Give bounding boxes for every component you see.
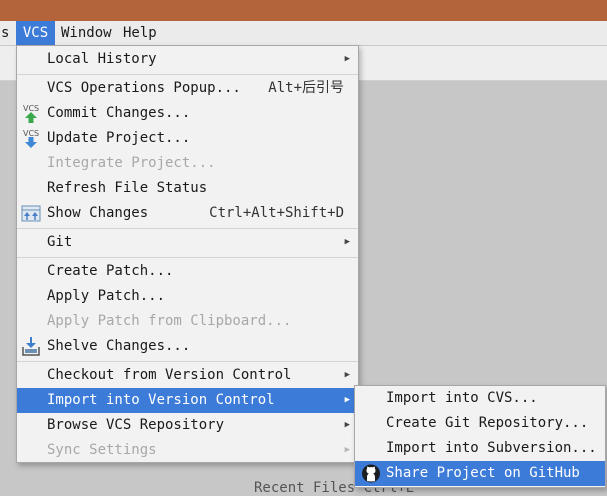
menu-item-label: Refresh File Status <box>47 180 208 196</box>
menu-item-label: Show Changes <box>47 205 149 221</box>
menu-item-label: Sync Settings <box>47 442 157 458</box>
menu-separator <box>17 228 358 229</box>
show-changes-icon <box>21 203 41 224</box>
menu-item-label: Git <box>47 234 73 250</box>
menu-bar: s VCS Window Help <box>0 21 607 46</box>
menu-item-label: Browse VCS Repository <box>47 417 225 433</box>
menu-item-label: Import into Subversion... <box>386 440 597 456</box>
submenu-arrow-icon: ▶ <box>344 237 350 247</box>
menu-help-label: Help <box>123 25 157 41</box>
menu-item-integrate-project: Integrate Project... <box>17 151 358 176</box>
menu-vcs-label: VCS <box>22 25 49 41</box>
menu-item-refresh-file-status[interactable]: Refresh File Status <box>17 176 358 201</box>
menu-item-shortcut: Ctrl+Alt+Shift+D <box>209 205 344 221</box>
menu-item-label: Update Project... <box>47 130 191 146</box>
menu-item-label: Checkout from Version Control <box>47 367 292 383</box>
submenu-arrow-icon: ▶ <box>344 445 350 455</box>
menu-item-label: Apply Patch from Clipboard... <box>47 313 292 329</box>
menu-item-label: Import into Version Control <box>47 392 275 408</box>
menu-item-commit-changes[interactable]: VCS Commit Changes... <box>17 101 358 126</box>
vcs-commit-icon: VCS <box>21 103 41 124</box>
menu-item-sync-settings: Sync Settings ▶ <box>17 438 358 463</box>
menu-window[interactable]: Window <box>61 21 112 45</box>
menu-item-label: Apply Patch... <box>47 288 166 304</box>
menu-item-shortcut: Alt+后引号 <box>268 80 344 96</box>
menu-partial-item[interactable]: s <box>0 21 15 45</box>
submenu-arrow-icon: ▶ <box>344 420 350 430</box>
menu-separator <box>17 257 358 258</box>
menu-partial-label: s <box>1 25 10 41</box>
menu-item-checkout-from-vc[interactable]: Checkout from Version Control ▶ <box>17 363 358 388</box>
submenu-item-share-on-github[interactable]: Share Project on GitHub <box>355 461 605 486</box>
menu-help[interactable]: Help <box>123 21 157 45</box>
submenu-item-create-git-repository[interactable]: Create Git Repository... <box>355 411 605 436</box>
menu-item-label: Share Project on GitHub <box>386 465 580 481</box>
menu-item-apply-patch-from-clipboard: Apply Patch from Clipboard... <box>17 309 358 334</box>
submenu-arrow-icon: ▶ <box>344 54 350 64</box>
submenu-arrow-icon: ▶ <box>344 395 350 405</box>
menu-item-label: Local History <box>47 51 157 67</box>
shelve-icon <box>21 336 41 357</box>
title-bar <box>0 0 607 21</box>
menu-separator <box>17 74 358 75</box>
submenu-item-import-into-cvs[interactable]: Import into CVS... <box>355 386 605 411</box>
menu-item-label: Create Patch... <box>47 263 174 279</box>
vcs-menu: Local History ▶ VCS Operations Popup... … <box>16 45 359 463</box>
menu-item-git[interactable]: Git ▶ <box>17 230 358 255</box>
menu-item-label: Create Git Repository... <box>386 415 589 431</box>
menu-item-update-project[interactable]: VCS Update Project... <box>17 126 358 151</box>
menu-item-label: Integrate Project... <box>47 155 216 171</box>
menu-vcs[interactable]: VCS <box>16 21 55 45</box>
menu-item-import-into-vc[interactable]: Import into Version Control ▶ <box>17 388 358 413</box>
menu-item-label: Commit Changes... <box>47 105 191 121</box>
svg-text:VCS: VCS <box>23 129 39 138</box>
github-icon <box>361 463 381 484</box>
menu-item-browse-vcs-repository[interactable]: Browse VCS Repository ▶ <box>17 413 358 438</box>
vcs-update-icon: VCS <box>21 128 41 149</box>
submenu-arrow-icon: ▶ <box>344 370 350 380</box>
svg-text:VCS: VCS <box>23 104 39 113</box>
menu-separator <box>17 361 358 362</box>
menu-item-apply-patch[interactable]: Apply Patch... <box>17 284 358 309</box>
submenu-item-import-into-subversion[interactable]: Import into Subversion... <box>355 436 605 461</box>
menu-window-label: Window <box>61 25 112 41</box>
menu-item-vcs-operations-popup[interactable]: VCS Operations Popup... Alt+后引号 <box>17 76 358 101</box>
menu-item-label: Import into CVS... <box>386 390 538 406</box>
menu-item-shelve-changes[interactable]: Shelve Changes... <box>17 334 358 359</box>
menu-item-show-changes[interactable]: Show Changes Ctrl+Alt+Shift+D <box>17 201 358 226</box>
import-submenu: Import into CVS... Create Git Repository… <box>354 385 606 488</box>
menu-item-label: VCS Operations Popup... <box>47 80 241 96</box>
menu-item-create-patch[interactable]: Create Patch... <box>17 259 358 284</box>
menu-item-label: Shelve Changes... <box>47 338 191 354</box>
menu-item-local-history[interactable]: Local History ▶ <box>17 47 358 72</box>
